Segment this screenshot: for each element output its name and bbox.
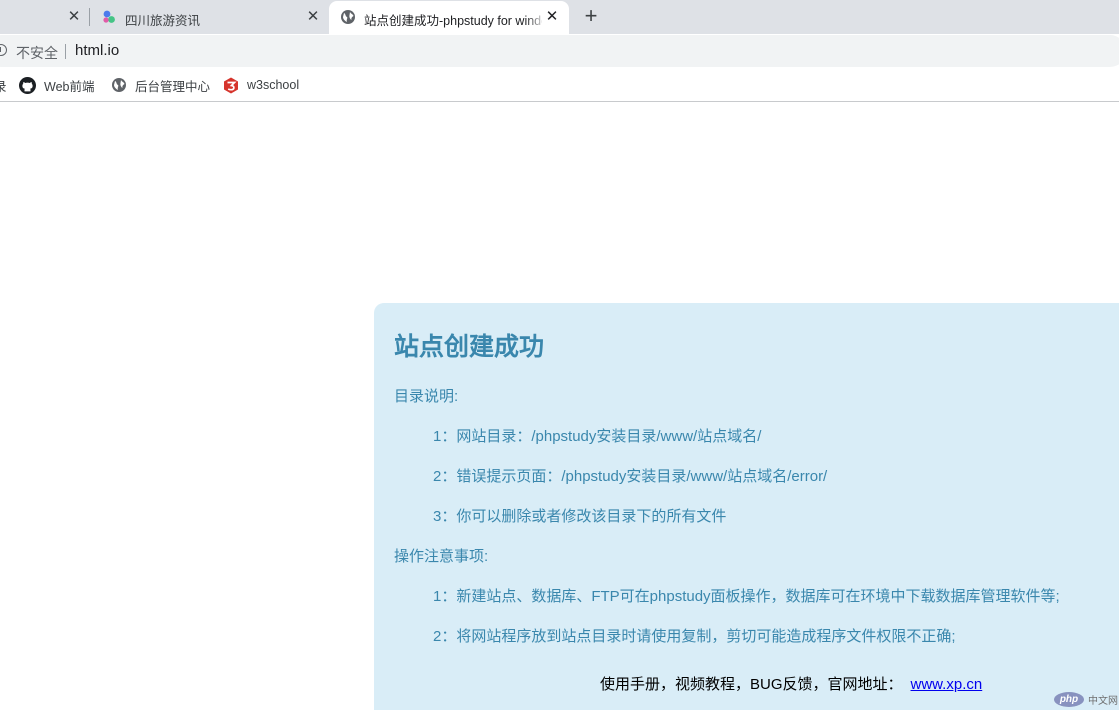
bookmark-label: 后台管理中心 (135, 79, 211, 94)
tab-title: 站点创建成功-phpstudy for windows (364, 14, 542, 28)
tab-favicon-icon (103, 10, 115, 23)
address-bar[interactable] (0, 35, 1119, 67)
security-indicator[interactable]: 不安全 (16, 43, 58, 63)
footer-text: 使用手册，视频教程，BUG反馈，官网地址： (600, 676, 903, 693)
tab-close-icon[interactable]: ✕ (305, 9, 321, 25)
bookmark-label: w3school (247, 78, 300, 92)
globe-icon (112, 78, 126, 92)
bookmark-item[interactable]: 录 (0, 75, 7, 95)
globe-icon (341, 10, 355, 24)
directory-item: 1：网站目录：/phpstudy安装目录/www/站点域名/ (433, 428, 762, 445)
tab-close-icon[interactable]: ✕ (66, 9, 82, 25)
bookmark-web-frontend[interactable]: Web前端 (19, 75, 94, 95)
official-site-link[interactable]: www.xp.cn (911, 676, 983, 693)
tab-strip: ✕ 四川旅游资讯 ✕ 站点创建成功-phpstudy for windows ✕… (0, 0, 1119, 34)
footer-links: 使用手册，视频教程，BUG反馈，官网地址： www.xp.cn (600, 673, 982, 694)
bookmark-w3school[interactable]: w3school (223, 75, 299, 95)
bookmark-label: 录 (0, 79, 7, 94)
notes-item: 1：新建站点、数据库、FTP可在phpstudy面板操作，数据库可在环境中下载数… (433, 588, 1060, 605)
tab-close-icon[interactable]: ✕ (544, 9, 560, 25)
watermark-text: 中文网 (1088, 696, 1118, 707)
success-panel: 站点创建成功 目录说明: 1：网站目录：/phpstudy安装目录/www/站点… (374, 303, 1119, 710)
bookmark-admin-center[interactable]: 后台管理中心 (111, 75, 210, 95)
watermark: php 中文网 (1054, 691, 1118, 708)
url-text[interactable]: html.io (75, 42, 119, 59)
tab-title: 四川旅游资讯 (125, 14, 201, 28)
tab-sichuan-travel[interactable]: 四川旅游资讯 ✕ (90, 0, 326, 34)
page-title: 站点创建成功 (394, 333, 545, 361)
browser-toolbar: 不安全 html.io (0, 34, 1119, 67)
notes-section-title: 操作注意事项: (394, 548, 489, 565)
directory-item: 2：错误提示页面：/phpstudy安装目录/www/站点域名/error/ (433, 468, 828, 485)
bookmark-label: Web前端 (44, 79, 95, 94)
directory-section-title: 目录说明: (394, 388, 459, 405)
w3school-icon (224, 77, 238, 93)
directory-item: 3：你可以删除或者修改该目录下的所有文件 (433, 508, 727, 525)
tab-previous[interactable]: ✕ (0, 0, 86, 34)
address-separator (65, 44, 66, 59)
tab-active[interactable]: 站点创建成功-phpstudy for windows ✕ (329, 1, 569, 34)
notes-item: 2：将网站程序放到站点目录时请使用复制，剪切可能造成程序文件权限不正确; (433, 628, 956, 645)
php-logo: php (1054, 692, 1084, 707)
github-icon (19, 76, 36, 94)
bookmarks-bar: 录 Web前端 后台管理中心 w3school (0, 67, 1119, 102)
new-tab-button[interactable]: + (580, 5, 602, 28)
